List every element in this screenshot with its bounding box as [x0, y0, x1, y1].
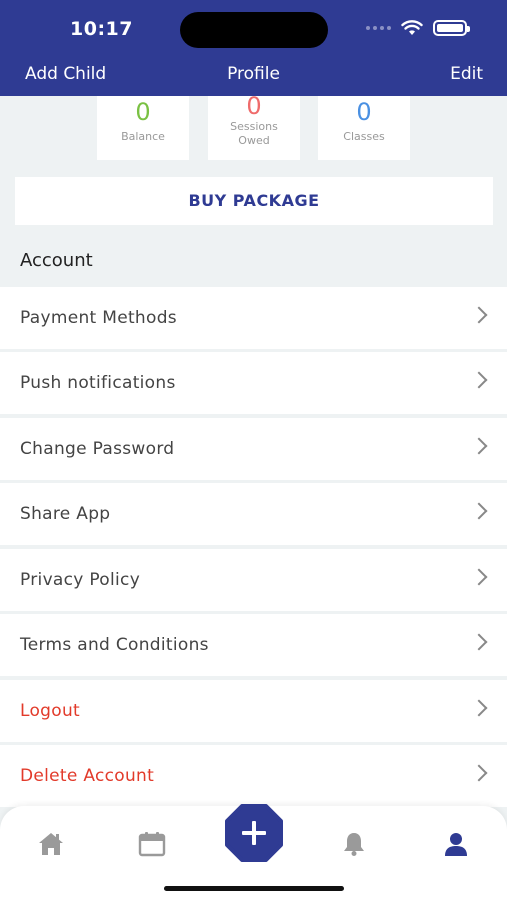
stat-classes: 0 Classes [318, 96, 410, 160]
dynamic-island [180, 12, 328, 48]
chevron-right-icon [470, 568, 488, 586]
chevron-right-icon [470, 371, 488, 389]
bell-icon [344, 833, 364, 856]
chevron-right-icon [470, 437, 488, 455]
stat-sessions-owed: 0 Sessions Owed [208, 92, 300, 160]
calendar-icon [138, 832, 166, 857]
stat-label: Balance [121, 130, 165, 143]
chevron-right-icon [470, 633, 488, 651]
menu-item-share-app[interactable]: Share App [0, 483, 507, 545]
menu-item-label: Logout [20, 701, 81, 721]
menu-item-label: Privacy Policy [20, 570, 141, 590]
add-button[interactable] [225, 804, 283, 862]
status-icons [366, 20, 470, 36]
status-time: 10:17 [70, 18, 133, 40]
chevron-right-icon [470, 502, 488, 520]
tab-notifications[interactable] [334, 824, 374, 864]
menu-item-terms[interactable]: Terms and Conditions [0, 614, 507, 676]
stat-label: Sessions Owed [230, 120, 278, 147]
menu-item-label: Payment Methods [20, 308, 177, 328]
home-indicator [164, 886, 344, 891]
tab-home[interactable] [31, 824, 71, 864]
stat-value: 0 [356, 98, 372, 126]
section-title: Account [20, 250, 93, 271]
battery-icon [433, 20, 470, 36]
tab-profile[interactable] [436, 824, 476, 864]
menu-item-label: Change Password [20, 439, 175, 459]
profile-icon [445, 833, 467, 856]
menu-item-change-password[interactable]: Change Password [0, 418, 507, 480]
menu-item-push-notifications[interactable]: Push notifications [0, 352, 507, 414]
stat-balance: 0 Balance [97, 96, 189, 160]
page-title: Profile [227, 64, 280, 84]
stat-label: Classes [343, 130, 385, 143]
header: 10:17 Add Child Profile Edit [0, 0, 507, 96]
menu-item-label: Share App [20, 504, 111, 524]
chevron-right-icon [470, 699, 488, 717]
menu-item-privacy-policy[interactable]: Privacy Policy [0, 549, 507, 611]
buy-package-button[interactable]: BUY PACKAGE [15, 177, 493, 225]
home-icon [39, 833, 63, 855]
menu-item-payment-methods[interactable]: Payment Methods [0, 287, 507, 349]
menu-item-label: Delete Account [20, 766, 155, 786]
stat-value: 0 [135, 98, 151, 126]
tab-calendar[interactable] [132, 824, 172, 864]
menu-item-label: Terms and Conditions [20, 635, 209, 655]
wifi-icon [401, 20, 423, 35]
menu-item-logout[interactable]: Logout [0, 680, 507, 742]
signal-icon [366, 26, 391, 30]
edit-button[interactable]: Edit [450, 64, 483, 84]
chevron-right-icon [470, 764, 488, 782]
menu-item-delete-account[interactable]: Delete Account [0, 745, 507, 807]
plus-icon [225, 804, 283, 862]
stat-value: 0 [246, 92, 262, 120]
chevron-right-icon [470, 306, 488, 324]
menu-item-label: Push notifications [20, 373, 176, 393]
